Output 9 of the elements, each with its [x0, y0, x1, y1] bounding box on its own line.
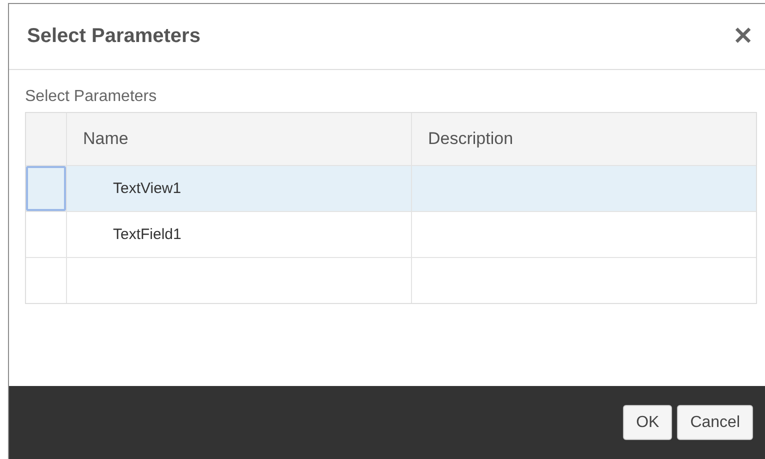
section-label: Select Parameters	[25, 88, 158, 106]
table-row[interactable]: TextView1	[26, 165, 756, 211]
window-title: Select Parameters	[27, 25, 200, 48]
ok-button[interactable]: OK	[623, 405, 672, 440]
table-row[interactable]: TextField1	[26, 211, 756, 257]
cancel-button[interactable]: Cancel	[677, 405, 753, 440]
close-button[interactable]: ✕	[731, 22, 755, 51]
table-cell: TextField1	[113, 226, 182, 243]
table-cell: TextView1	[113, 180, 182, 197]
